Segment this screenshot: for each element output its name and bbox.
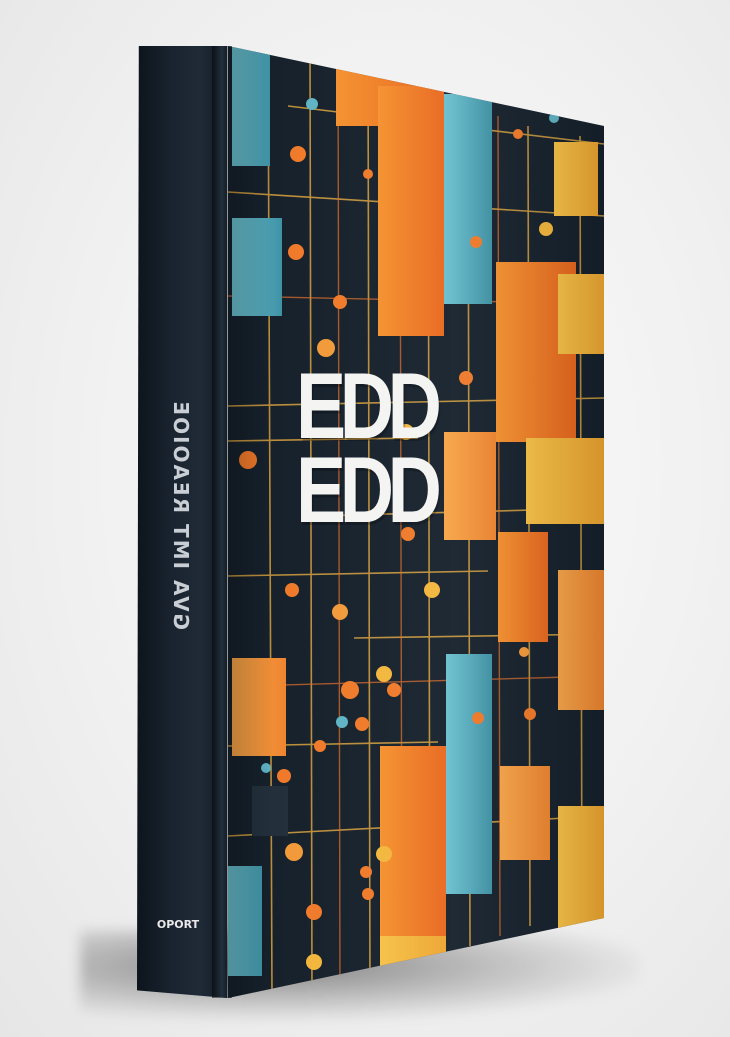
book-cover: EDD EDD bbox=[228, 46, 604, 998]
spine-publisher-logo: OPORT bbox=[156, 918, 200, 931]
spine-title: GVA IMT REAOIOE bbox=[169, 399, 193, 631]
cover-title: EDD EDD bbox=[296, 353, 442, 542]
cover-title-line2: EDD bbox=[296, 437, 442, 542]
book: GVA IMT REAOIOE OPORT EDD EDD bbox=[0, 0, 730, 1037]
cover-title-line1: EDD bbox=[296, 353, 442, 458]
